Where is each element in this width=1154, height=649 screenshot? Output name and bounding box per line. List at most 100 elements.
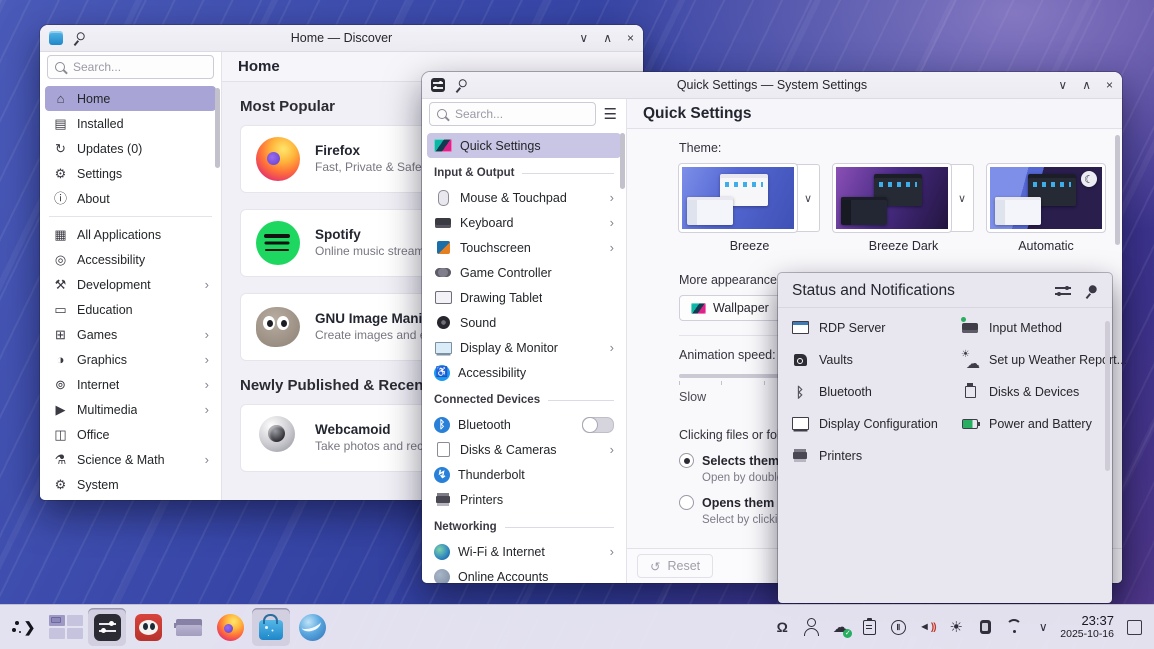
sidebar-item-quick-settings[interactable]: Quick Settings <box>427 133 621 158</box>
status-item-vaults[interactable]: Vaults <box>790 348 960 371</box>
sidebar-item-bluetooth[interactable]: ᛒBluetooth <box>427 412 621 437</box>
minimize-button[interactable]: ∨ <box>579 32 588 44</box>
maximize-button[interactable]: ∧ <box>603 32 612 44</box>
status-item-bluetooth[interactable]: ᛒBluetooth <box>790 380 960 403</box>
notifications-icon[interactable]: Ω <box>772 617 792 637</box>
updates-icon: ↻ <box>52 142 69 155</box>
search-input[interactable] <box>453 106 588 122</box>
configure-icon[interactable] <box>1055 285 1071 297</box>
search-field[interactable] <box>47 55 214 79</box>
settings-titlebar[interactable]: Quick Settings — System Settings ∨ ∧ × <box>422 72 1122 99</box>
application-launcher-icon: ❯ <box>15 619 36 636</box>
status-item-display-configuration[interactable]: Display Configuration <box>790 412 960 435</box>
theme-preview-breeze[interactable] <box>679 164 797 232</box>
status-item-disks-devices[interactable]: Disks & Devices <box>960 380 1127 403</box>
theme-preview-breeze-dark[interactable] <box>833 164 951 232</box>
system-settings-app-icon <box>431 78 445 92</box>
system-settings-icon <box>94 614 121 641</box>
scrollbar-thumb[interactable] <box>1115 135 1120 245</box>
sidebar-item-display-monitor[interactable]: Display & Monitor› <box>427 335 621 360</box>
scrollbar-thumb[interactable] <box>620 133 625 189</box>
user-icon[interactable] <box>801 617 821 637</box>
radio-button[interactable] <box>679 453 694 468</box>
taskbar-system-settings[interactable] <box>88 608 126 646</box>
sidebar-item-internet[interactable]: ⊚Internet› <box>45 372 216 397</box>
wallpaper-button[interactable]: Wallpaper <box>679 295 781 321</box>
sidebar-item-label: Online Accounts <box>458 570 548 584</box>
sidebar-item-games[interactable]: ⊞Games› <box>45 322 216 347</box>
sidebar-item-keyboard[interactable]: Keyboard› <box>427 210 621 235</box>
minimize-button[interactable]: ∨ <box>1058 79 1067 91</box>
sidebar-item-label: Home <box>77 92 110 106</box>
taskbar-virtual-desktop-pager[interactable] <box>47 608 85 646</box>
volume-icon[interactable] <box>917 617 937 637</box>
sidebar-item-disks-cameras[interactable]: Disks & Cameras› <box>427 437 621 462</box>
close-button[interactable]: × <box>627 32 634 44</box>
status-item-input-method[interactable]: Input Method <box>960 316 1127 339</box>
tablet-device-icon[interactable] <box>975 617 995 637</box>
close-button[interactable]: × <box>1106 79 1113 91</box>
scrollbar-thumb[interactable] <box>1105 321 1110 471</box>
sidebar-item-settings[interactable]: ⚙Settings <box>45 161 216 186</box>
theme-preview-automatic[interactable] <box>987 164 1105 232</box>
search-field[interactable] <box>429 102 596 126</box>
show-desktop-button[interactable] <box>1127 620 1142 635</box>
sidebar-item-accessibility[interactable]: ♿Accessibility <box>427 360 621 385</box>
sidebar-item-office[interactable]: ◫Office <box>45 422 216 447</box>
maximize-button[interactable]: ∧ <box>1082 79 1091 91</box>
sidebar-item-development[interactable]: ⚒Development› <box>45 272 216 297</box>
sidebar-item-mouse-touchpad[interactable]: Mouse & Touchpad› <box>427 185 621 210</box>
sidebar-item-installed[interactable]: ▤Installed <box>45 111 216 136</box>
brightness-icon[interactable]: ☀ <box>946 617 966 637</box>
theme-dropdown-button[interactable]: ∨ <box>950 164 974 232</box>
expand-tray-icon[interactable]: ∨ <box>1033 617 1053 637</box>
sidebar-item-education[interactable]: ▭Education <box>45 297 216 322</box>
bluetooth-toggle[interactable] <box>582 417 614 433</box>
sidebar-item-label: Development <box>77 278 151 292</box>
taskbar-application-launcher[interactable]: ❯ <box>6 608 44 646</box>
search-input[interactable] <box>71 59 206 75</box>
digital-clock[interactable]: 23:37 2025-10-16 <box>1060 614 1114 641</box>
system-icon: ⚙ <box>52 478 69 491</box>
sidebar-item-all-applications[interactable]: ▦All Applications <box>45 222 216 247</box>
disks-devices-icon <box>960 382 980 402</box>
network-wifi-icon[interactable] <box>1004 617 1024 637</box>
pin-icon[interactable] <box>1082 282 1100 300</box>
sidebar-item-system[interactable]: ⚙System <box>45 472 216 497</box>
sidebar-item-sound[interactable]: Sound <box>427 310 621 335</box>
hamburger-menu-button[interactable]: ☰ <box>602 107 619 122</box>
scrollbar-thumb[interactable] <box>215 88 220 168</box>
pin-icon[interactable] <box>452 76 470 94</box>
sidebar-item-accessibility[interactable]: ◎Accessibility <box>45 247 216 272</box>
taskbar-file-manager[interactable] <box>170 608 208 646</box>
sidebar-item-touchscreen[interactable]: Touchscreen› <box>427 235 621 260</box>
pin-icon[interactable] <box>70 29 88 47</box>
status-item-printers[interactable]: Printers <box>790 444 960 467</box>
sidebar-item-updates-0[interactable]: ↻Updates (0) <box>45 136 216 161</box>
discover-titlebar[interactable]: Home — Discover ∨ ∧ × <box>40 25 643 52</box>
status-item-power-and-battery[interactable]: Power and Battery <box>960 412 1127 435</box>
sidebar-item-home[interactable]: ⌂Home <box>45 86 216 111</box>
taskbar-discover[interactable] <box>252 608 290 646</box>
taskbar-globe-browser[interactable] <box>293 608 331 646</box>
sidebar-item-drawing-tablet[interactable]: Drawing Tablet <box>427 285 621 310</box>
clipboard-icon[interactable] <box>859 617 879 637</box>
sidebar-item-wi-fi-internet[interactable]: Wi-Fi & Internet› <box>427 539 621 564</box>
radio-button[interactable] <box>679 495 694 510</box>
status-item-rdp-server[interactable]: RDP Server <box>790 316 960 339</box>
status-item-set-up-weather-report[interactable]: Set up Weather Report... <box>960 348 1127 371</box>
sidebar-item-multimedia[interactable]: ▶Multimedia› <box>45 397 216 422</box>
sidebar-item-about[interactable]: ⓘAbout <box>45 186 216 211</box>
sidebar-item-online-accounts[interactable]: Online Accounts <box>427 564 621 583</box>
taskbar-eyes-app[interactable] <box>129 608 167 646</box>
theme-dropdown-button[interactable]: ∨ <box>796 164 820 232</box>
cloud-sync-icon[interactable]: ☁ <box>830 617 850 637</box>
reset-button[interactable]: ↺ Reset <box>637 554 713 578</box>
sidebar-item-thunderbolt[interactable]: ↯Thunderbolt <box>427 462 621 487</box>
sidebar-item-graphics[interactable]: ◑Graphics› <box>45 347 216 372</box>
sidebar-item-game-controller[interactable]: Game Controller <box>427 260 621 285</box>
taskbar-firefox[interactable] <box>211 608 249 646</box>
sidebar-item-science-math[interactable]: ⚗Science & Math› <box>45 447 216 472</box>
sidebar-item-printers[interactable]: Printers <box>427 487 621 512</box>
media-pause-icon[interactable] <box>888 617 908 637</box>
